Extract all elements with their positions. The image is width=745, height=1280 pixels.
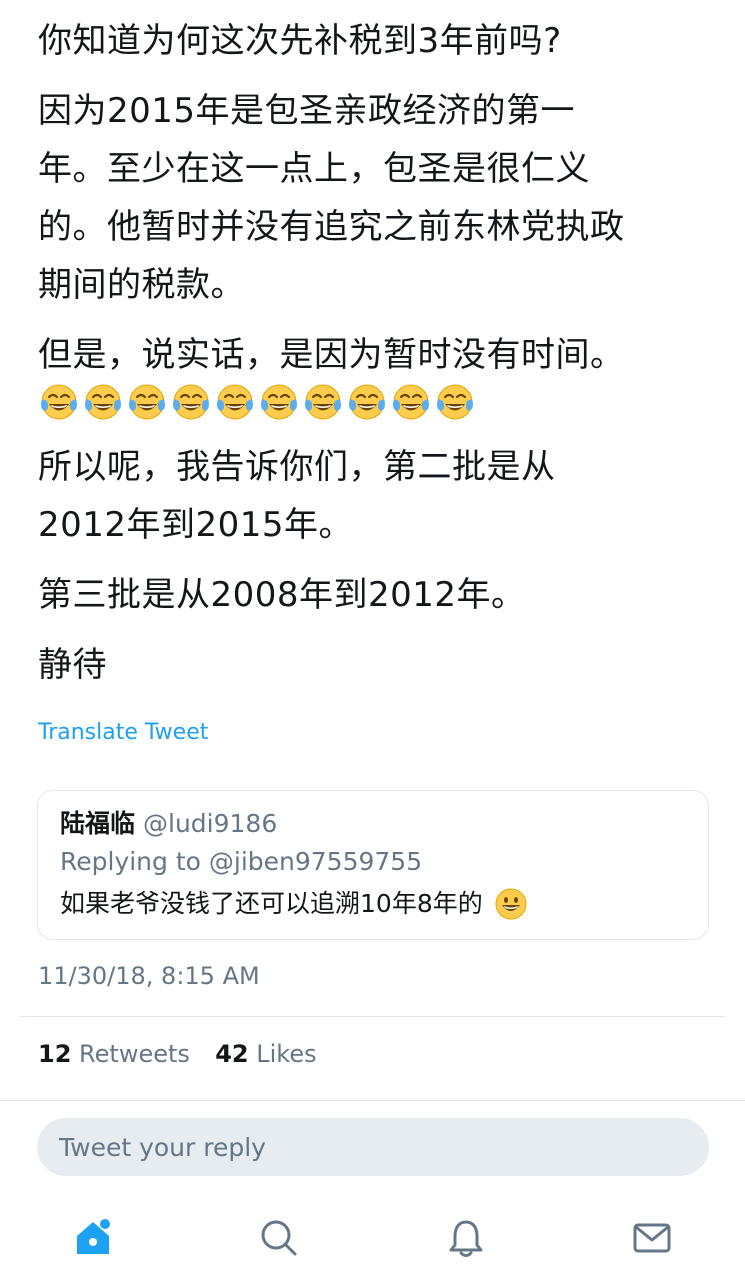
tab-home[interactable] [63,1208,123,1268]
quoted-tweet-text-row: 如果老爷没钱了还可以追溯10年8年的 [60,885,686,923]
face-with-tears-of-joy-icon [305,384,341,420]
bottom-tab-bar [0,1196,745,1280]
translate-tweet-link[interactable]: Translate Tweet [38,720,208,745]
notifications-icon [449,1220,483,1257]
face-with-tears-of-joy-icon [349,384,385,420]
tweet-timestamp: 11/30/18, 8:15 AM [38,962,260,990]
tweet-paragraph-3: 但是，说实话，是因为暂时没有时间。 [38,335,625,375]
quoted-tweet-card[interactable]: 陆福临 @ludi9186 Replying to @jiben97559755 … [37,790,709,940]
search-icon [261,1220,297,1256]
tab-search[interactable] [249,1208,309,1268]
face-with-tears-of-joy-icon [437,384,473,420]
tweet-paragraph-1: 你知道为何这次先补税到3年前吗? [38,21,562,61]
retweets-count[interactable]: 12 [38,1040,71,1068]
reply-input[interactable]: Tweet your reply [37,1118,709,1176]
divider-bottom [0,1100,745,1101]
face-with-tears-of-joy-icon [393,384,429,420]
quoted-author-handle: @ludi9186 [143,809,278,838]
face-with-tears-of-joy-icon [173,384,209,420]
face-with-tears-of-joy-icon [129,384,165,420]
face-with-tears-of-joy-icon [217,384,253,420]
retweets-label[interactable]: Retweets [79,1040,190,1068]
likes-label[interactable]: Likes [256,1040,316,1068]
tweet-paragraph-5: 第三批是从2008年到2012年。 [38,575,526,615]
messages-icon [633,1223,671,1253]
face-with-tears-of-joy-icon [261,384,297,420]
face-with-tears-of-joy-icon [41,384,77,420]
tweet-body: 你知道为何这次先补税到3年前吗? 因为2015年是包圣亲政经济的第一 年。至少在… [38,12,728,706]
emoji-row [38,380,728,424]
quoted-author-name: 陆福临 [60,809,136,838]
quoted-replying-to: Replying to @jiben97559755 [60,847,423,876]
quoted-tweet-header: 陆福临 @ludi9186 [60,807,686,841]
face-with-tears-of-joy-icon [85,384,121,420]
tab-notifications[interactable] [436,1208,496,1268]
quoted-tweet-text: 如果老爷没钱了还可以追溯10年8年的 [60,889,483,918]
likes-count[interactable]: 42 [215,1040,248,1068]
tweet-stats: 12 Retweets 42 Likes [38,1040,317,1068]
divider-top [20,1016,725,1017]
tweet-paragraph-6: 静待 [38,645,107,685]
tab-messages[interactable] [622,1208,682,1268]
tweet-paragraph-2: 因为2015年是包圣亲政经济的第一 年。至少在这一点上，包圣是很仁义 的。他暂时… [38,91,625,305]
tweet-paragraph-4: 所以呢，我告诉你们，第二批是从 2012年到2015年。 [38,447,556,545]
grinning-face-icon [495,888,527,920]
reply-placeholder: Tweet your reply [59,1132,266,1162]
home-icon [77,1219,111,1254]
